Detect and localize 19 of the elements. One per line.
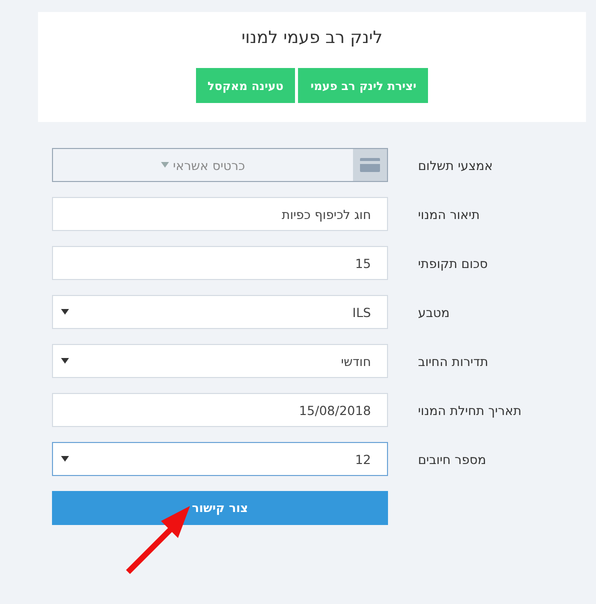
input-field[interactable]: 15: [52, 246, 388, 280]
input-field[interactable]: חוג לכיפוף כפיות: [52, 197, 388, 231]
credit-card-icon: [360, 158, 380, 172]
select-field[interactable]: ILS: [52, 295, 388, 329]
field-label: אמצעי תשלום: [417, 158, 494, 172]
caret-icon: [61, 456, 69, 462]
caret-icon: [61, 309, 69, 315]
field-label: מספר חיובים: [417, 452, 488, 466]
field-label: תאריך תחילת המנוי: [417, 402, 522, 418]
field-label: תדירות החיוב: [417, 354, 490, 368]
page-title: לינק רב פעמי למנוי: [241, 28, 383, 48]
caret-icon: [160, 162, 169, 168]
select-field[interactable]: 12: [52, 442, 388, 476]
caret-icon: [61, 358, 69, 364]
select-field[interactable]: חודשי: [52, 344, 388, 378]
input-field[interactable]: 15/08/2018: [52, 393, 388, 427]
field-label: סכום תקופתי: [417, 256, 489, 270]
field-label: מטבע: [417, 304, 451, 320]
field-label: תיאור המנוי: [417, 206, 481, 222]
